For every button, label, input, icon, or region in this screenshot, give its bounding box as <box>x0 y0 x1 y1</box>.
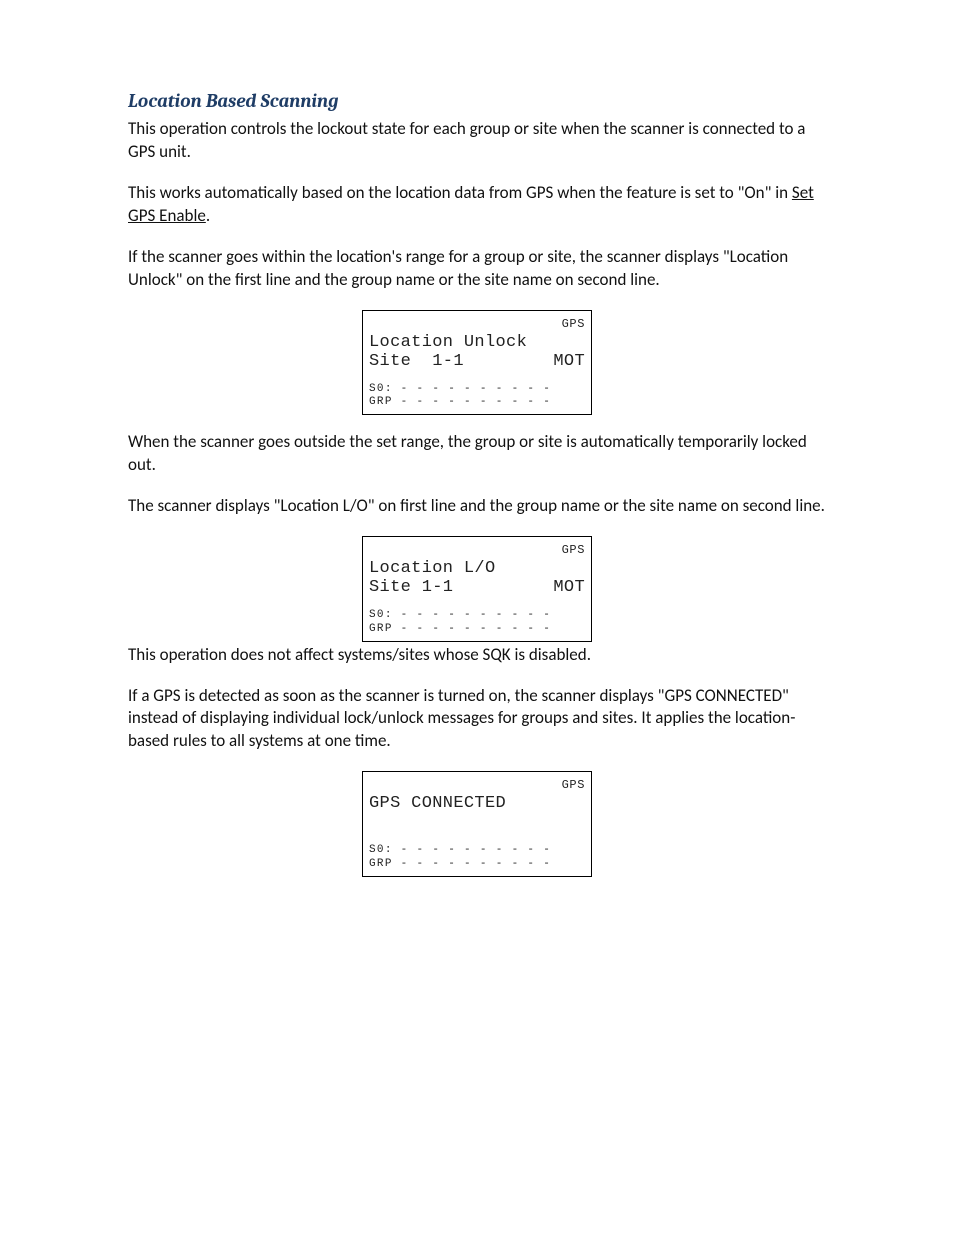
paragraph-1: This operation controls the lockout stat… <box>128 118 826 164</box>
lcd-display-1: GPS Location Unlock Site 1-1 MOT S0: - -… <box>362 310 592 416</box>
lcd-display-1-wrap: GPS Location Unlock Site 1-1 MOT S0: - -… <box>128 310 826 416</box>
lcd-display-3-wrap: GPS GPS CONNECTED S0: - - - - - - - - - … <box>128 771 826 877</box>
lcd1-line2-right: MOT <box>553 352 585 371</box>
lcd1-line2: Site 1-1 MOT <box>369 352 585 371</box>
paragraph-7: If a GPS is detected as soon as the scan… <box>128 685 826 754</box>
paragraph-2: This works automatically based on the lo… <box>128 182 826 228</box>
lcd2-line2-right: MOT <box>553 578 585 597</box>
lcd1-s0: S0: - - - - - - - - - - <box>369 383 585 397</box>
paragraph-4: When the scanner goes outside the set ra… <box>128 431 826 477</box>
lcd-display-2: GPS Location L/O Site 1-1 MOT S0: - - - … <box>362 536 592 642</box>
lcd3-line1: GPS CONNECTED <box>369 794 585 813</box>
lcd3-top: GPS <box>369 778 585 792</box>
lcd-display-3: GPS GPS CONNECTED S0: - - - - - - - - - … <box>362 771 592 877</box>
paragraph-5: The scanner displays "Location L/O" on f… <box>128 495 826 518</box>
lcd3-grp: GRP - - - - - - - - - - <box>369 858 585 872</box>
lcd1-line1: Location Unlock <box>369 333 585 352</box>
lcd2-line2: Site 1-1 MOT <box>369 578 585 597</box>
lcd2-line1: Location L/O <box>369 559 585 578</box>
lcd1-top: GPS <box>369 317 585 331</box>
lcd1-grp: GRP - - - - - - - - - - <box>369 396 585 410</box>
lcd3-s0: S0: - - - - - - - - - - <box>369 844 585 858</box>
section-heading: Location Based Scanning <box>128 90 826 112</box>
paragraph-3: If the scanner goes within the location'… <box>128 246 826 292</box>
page-content: Location Based Scanning This operation c… <box>0 0 954 877</box>
lcd-display-2-wrap: GPS Location L/O Site 1-1 MOT S0: - - - … <box>128 536 826 642</box>
lcd3-blank <box>369 813 585 832</box>
paragraph-2-text-b: . <box>206 205 210 226</box>
lcd2-line2-left: Site 1-1 <box>369 578 453 597</box>
lcd2-top: GPS <box>369 543 585 557</box>
lcd2-grp: GRP - - - - - - - - - - <box>369 623 585 637</box>
lcd2-s0: S0: - - - - - - - - - - <box>369 609 585 623</box>
paragraph-6: This operation does not affect systems/s… <box>128 644 826 667</box>
lcd1-line2-left: Site 1-1 <box>369 352 464 371</box>
paragraph-2-text-a: This works automatically based on the lo… <box>128 182 792 203</box>
